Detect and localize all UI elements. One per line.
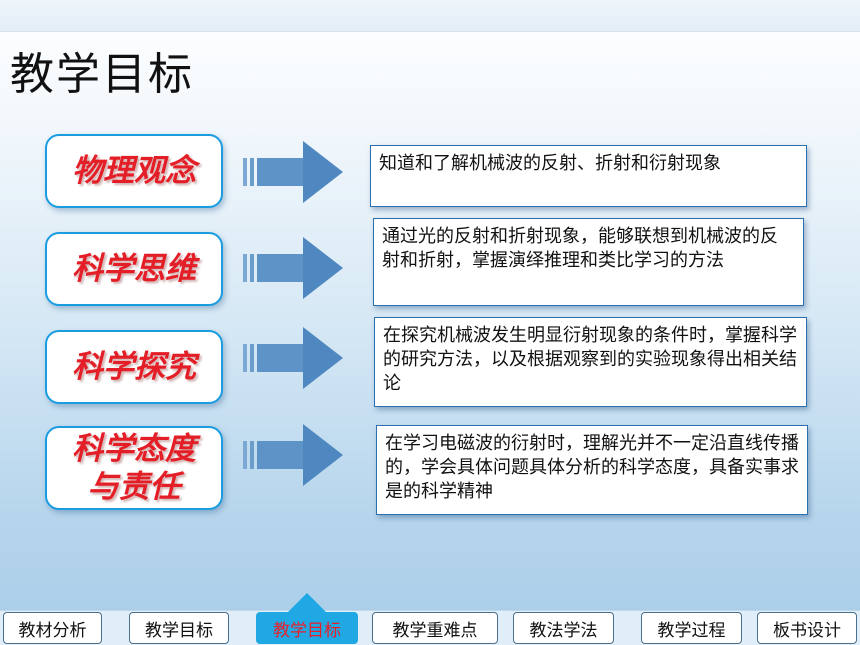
nav-button-teaching-objectives[interactable]: 教学目标: [129, 612, 229, 644]
nav-button-board-design[interactable]: 板书设计: [757, 612, 857, 644]
description-box: 知道和了解机械波的反射、折射和衍射现象: [370, 145, 807, 207]
nav-button-textbook-analysis[interactable]: 教材分析: [3, 612, 102, 644]
description-box: 通过光的反射和折射现象，能够联想到机械波的反射和折射，掌握演绎推理和类比学习的方…: [373, 218, 804, 306]
arrow-right-icon: [243, 237, 343, 299]
nav-button-teaching-objectives-active[interactable]: 教学目标: [256, 612, 358, 644]
description-text: 在探究机械波发生明显衍射现象的条件时，掌握科学的研究方法，以及根据观察到的实验现…: [383, 325, 797, 394]
description-text: 知道和了解机械波的反射、折射和衍射现象: [379, 153, 721, 174]
nav-button-teaching-methods[interactable]: 教法学法: [513, 612, 614, 644]
description-box: 在探究机械波发生明显衍射现象的条件时，掌握科学的研究方法，以及根据观察到的实验现…: [374, 317, 807, 407]
arrow-right-icon: [243, 327, 343, 389]
page-title: 教学目标: [10, 49, 194, 100]
description-box: 在学习电磁波的衍射时，理解光并不一定沿直线传播的，学会具体问题具体分析的科学态度…: [376, 425, 808, 515]
category-label: 科学态度 与责任: [72, 431, 196, 505]
description-text: 通过光的反射和折射现象，能够联想到机械波的反射和折射，掌握演绎推理和类比学习的方…: [382, 226, 778, 271]
active-pointer-icon: [287, 593, 327, 613]
category-label: 科学思维: [72, 251, 196, 287]
category-label: 科学探究: [72, 349, 196, 385]
nav-button-teaching-process[interactable]: 教学过程: [641, 612, 742, 644]
nav-button-key-difficulties[interactable]: 教学重难点: [372, 612, 498, 644]
arrow-right-icon: [243, 141, 343, 203]
category-box-scientific-thinking: 科学思维: [45, 232, 223, 306]
category-box-scientific-inquiry: 科学探究: [45, 330, 223, 404]
description-text: 在学习电磁波的衍射时，理解光并不一定沿直线传播的，学会具体问题具体分析的科学态度…: [385, 433, 799, 502]
category-label: 物理观念: [72, 153, 196, 189]
arrow-right-icon: [243, 424, 343, 486]
category-box-physics-concept: 物理观念: [45, 134, 223, 208]
top-banner: [0, 0, 860, 32]
category-box-scientific-attitude: 科学态度 与责任: [45, 426, 223, 510]
